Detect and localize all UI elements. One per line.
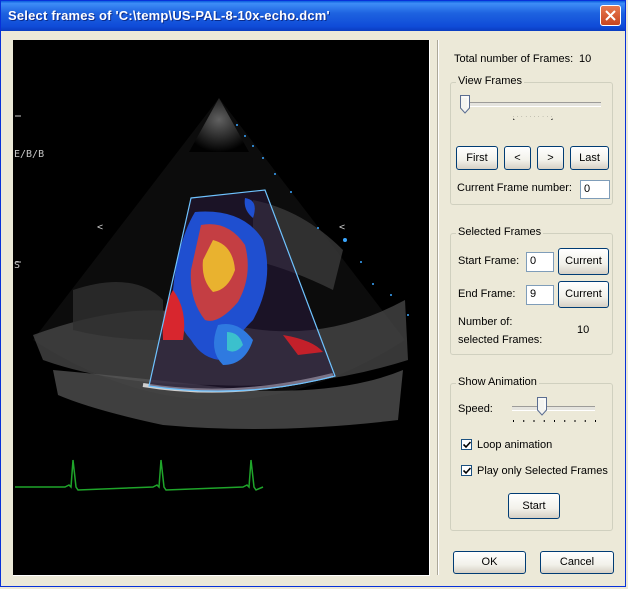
speed-slider-track[interactable] xyxy=(512,406,595,411)
play-selected-label[interactable]: Play only Selected Frames xyxy=(477,465,608,477)
total-frames-value: 10 xyxy=(579,53,592,65)
echo-frame-image xyxy=(15,98,409,491)
panel-separator xyxy=(437,40,438,575)
selected-count-value: 10 xyxy=(577,324,590,336)
show-animation-legend: Show Animation xyxy=(456,376,539,388)
title-bar[interactable]: Select frames of 'C:\temp\US-PAL-8-10x-e… xyxy=(1,1,625,31)
dialog-window: Select frames of 'C:\temp\US-PAL-8-10x-e… xyxy=(0,0,626,587)
next-frame-button[interactable]: > xyxy=(537,146,564,170)
view-frames-group: View Frames First < > Last Current Frame… xyxy=(450,75,613,205)
cancel-button[interactable]: Cancel xyxy=(540,551,614,574)
first-frame-label: First xyxy=(466,152,488,164)
viewer-right-marker: < xyxy=(339,222,346,233)
last-frame-label: Last xyxy=(579,152,600,164)
viewer-left-marker: < xyxy=(97,222,104,233)
view-frames-legend: View Frames xyxy=(456,75,524,87)
checkmark-icon xyxy=(463,467,471,475)
start-frame-field[interactable]: 0 xyxy=(526,252,554,272)
last-frame-button[interactable]: Last xyxy=(570,146,609,170)
speed-slider-ticks xyxy=(513,420,596,422)
start-frame-label: Start Frame: xyxy=(458,255,520,267)
end-frame-label: End Frame: xyxy=(458,288,516,300)
current-frame-label: Current Frame number: xyxy=(457,182,572,194)
start-current-label: Current xyxy=(565,255,602,267)
slider-thumb-icon[interactable] xyxy=(460,95,470,114)
selected-frames-group: Selected Frames Start Frame: 0 Current E… xyxy=(450,226,613,355)
close-button[interactable] xyxy=(600,5,621,26)
speed-label: Speed: xyxy=(458,403,493,415)
start-animation-button[interactable]: Start xyxy=(508,493,560,519)
ecg-trace xyxy=(15,459,264,491)
previous-frame-label: < xyxy=(514,152,521,164)
frame-slider-track[interactable] xyxy=(463,102,601,107)
cancel-label: Cancel xyxy=(559,556,595,568)
first-frame-button[interactable]: First xyxy=(456,146,498,170)
next-frame-label: > xyxy=(547,152,554,164)
loop-animation-checkbox[interactable] xyxy=(461,439,472,450)
play-selected-checkbox[interactable] xyxy=(461,465,472,476)
selected-count-label-line1: Number of: xyxy=(458,316,513,328)
end-frame-field[interactable]: 9 xyxy=(526,285,554,305)
previous-frame-button[interactable]: < xyxy=(504,146,531,170)
viewer-overlay-label: E/B/B xyxy=(14,149,45,160)
selected-frames-legend: Selected Frames xyxy=(456,226,544,238)
start-animation-label: Start xyxy=(522,500,546,512)
close-icon xyxy=(605,10,616,21)
selected-count-label-line2: selected Frames: xyxy=(458,334,543,346)
end-current-button[interactable]: Current xyxy=(558,281,609,308)
total-frames-label: Total number of Frames: xyxy=(454,53,574,65)
checkmark-icon xyxy=(463,441,471,449)
ok-button[interactable]: OK xyxy=(453,551,526,574)
end-current-label: Current xyxy=(565,288,602,300)
start-current-button[interactable]: Current xyxy=(558,248,609,275)
frame-viewer[interactable]: E/B/B < < S xyxy=(13,40,430,576)
show-animation-group: Show Animation Speed: Loop animation Pla… xyxy=(450,376,613,531)
window-title: Select frames of 'C:\temp\US-PAL-8-10x-e… xyxy=(8,8,330,23)
viewer-side-marker: S xyxy=(14,260,21,271)
frame-slider-ticks xyxy=(513,116,553,120)
speed-slider-thumb-icon[interactable] xyxy=(537,397,548,416)
current-frame-field[interactable]: 0 xyxy=(580,180,610,199)
ok-label: OK xyxy=(481,556,498,568)
loop-animation-label[interactable]: Loop animation xyxy=(477,439,552,451)
